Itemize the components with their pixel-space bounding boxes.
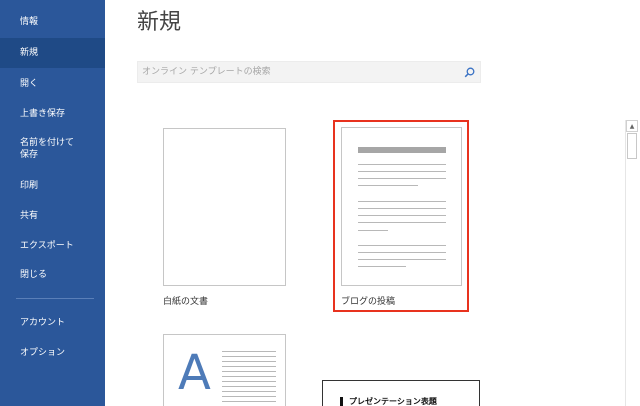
sidebar-item-info[interactable]: 情報 <box>0 10 105 34</box>
sidebar-item-print[interactable]: 印刷 <box>0 176 105 196</box>
blog-thumb-line <box>358 171 446 172</box>
blog-thumb-line <box>358 266 406 267</box>
report-thumb-line <box>222 396 276 397</box>
blog-thumb-line <box>358 245 446 246</box>
sidebar-item-account[interactable]: アカウント <box>0 313 105 333</box>
template-blank-document-label: 白紙の文書 <box>163 297 209 307</box>
report-thumb-line <box>222 376 276 377</box>
blog-thumb-line <box>358 215 446 216</box>
blog-thumb-line <box>358 252 446 253</box>
search-icon <box>464 67 474 77</box>
report-thumb-line <box>222 356 276 357</box>
template-presentation-title: プレゼンテーション表題 <box>349 397 437 406</box>
template-blog-post-thumbnail[interactable] <box>341 127 462 286</box>
report-thumb-line <box>222 381 276 382</box>
sidebar-item-save-as[interactable]: 名前を付けて 保存 <box>0 134 105 166</box>
search-button[interactable] <box>458 62 480 82</box>
blog-thumb-line <box>358 164 446 165</box>
template-search-input[interactable] <box>142 64 452 80</box>
sidebar-item-save-as-label: 名前を付けて 保存 <box>20 138 75 160</box>
report-thumb-line <box>222 391 276 392</box>
report-thumb-line <box>222 366 276 367</box>
presentation-thumb-accent-bar <box>340 397 343 406</box>
sidebar-item-share[interactable]: 共有 <box>0 206 105 226</box>
template-report-letter: A <box>178 345 211 401</box>
sidebar-item-export[interactable]: エクスポート <box>0 236 105 256</box>
template-blog-post-label: ブログの投稿 <box>341 297 396 307</box>
template-search-box <box>137 61 481 83</box>
sidebar-item-save[interactable]: 上書き保存 <box>0 104 105 124</box>
blog-thumb-line <box>358 230 388 231</box>
template-blank-document-thumbnail[interactable] <box>163 128 286 286</box>
sidebar-item-close[interactable]: 閉じる <box>0 265 105 285</box>
vertical-scrollbar[interactable]: ▲ <box>625 120 638 406</box>
template-report-thumbnail[interactable]: A <box>163 334 286 406</box>
blog-thumb-heading-bar <box>358 147 446 153</box>
report-thumb-line <box>222 371 276 372</box>
report-thumb-line <box>222 386 276 387</box>
sidebar-item-new[interactable]: 新規 <box>0 38 105 68</box>
sidebar-item-options[interactable]: オプション <box>0 343 105 363</box>
page-title: 新規 <box>137 10 182 35</box>
sidebar-item-open[interactable]: 開く <box>0 74 105 94</box>
report-thumb-line <box>222 351 276 352</box>
blog-thumb-line <box>358 178 446 179</box>
blog-thumb-line <box>358 208 446 209</box>
sidebar-divider <box>16 298 94 299</box>
scroll-up-button[interactable]: ▲ <box>626 120 638 132</box>
blog-thumb-line <box>358 259 446 260</box>
report-thumb-line <box>222 361 276 362</box>
scrollbar-thumb[interactable] <box>627 133 637 159</box>
blog-thumb-line <box>358 201 446 202</box>
template-presentation-thumbnail[interactable]: プレゼンテーション表題 <box>322 380 480 406</box>
report-thumb-line <box>222 401 276 402</box>
blog-thumb-line <box>358 222 446 223</box>
chevron-up-icon: ▲ <box>629 122 635 130</box>
backstage-sidebar: 情報 新規 開く 上書き保存 名前を付けて 保存 印刷 共有 エクスポート 閉じ… <box>0 0 105 406</box>
blog-thumb-line <box>358 185 418 186</box>
